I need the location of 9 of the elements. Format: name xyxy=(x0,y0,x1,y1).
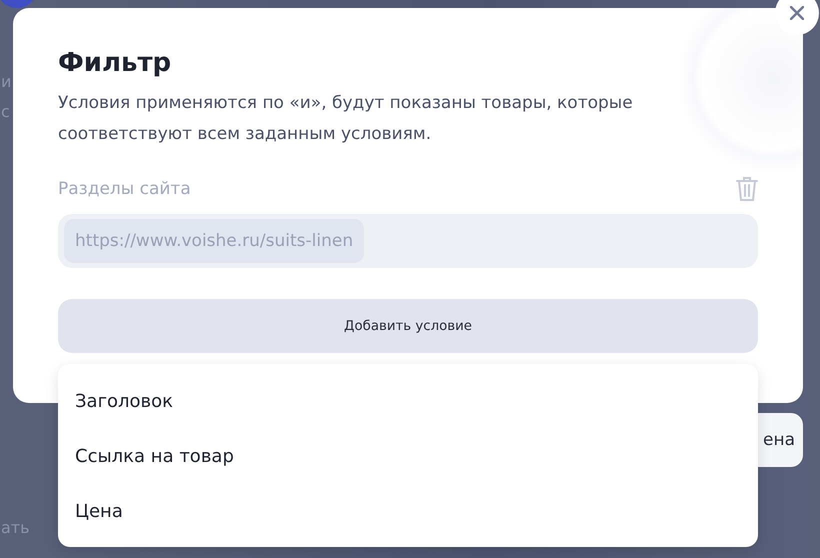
menu-item[interactable]: Заголовок xyxy=(58,374,758,429)
condition-label: Разделы сайта xyxy=(58,179,191,199)
dialog-description: Условия применяются по «и», будут показаны товары, которые соответствуют всем заданным условиям. xyxy=(58,92,634,146)
menu-item[interactable]: Ссылка на товар xyxy=(58,429,758,484)
background-button[interactable]: ена xyxy=(758,413,803,467)
url-chip: https://www.voishe.ru/suits-linen xyxy=(64,219,364,263)
add-condition-button[interactable]: Добавить условие xyxy=(58,299,758,353)
menu-item[interactable]: Цена xyxy=(58,484,758,539)
dialog-title: Фильтр xyxy=(58,48,172,78)
